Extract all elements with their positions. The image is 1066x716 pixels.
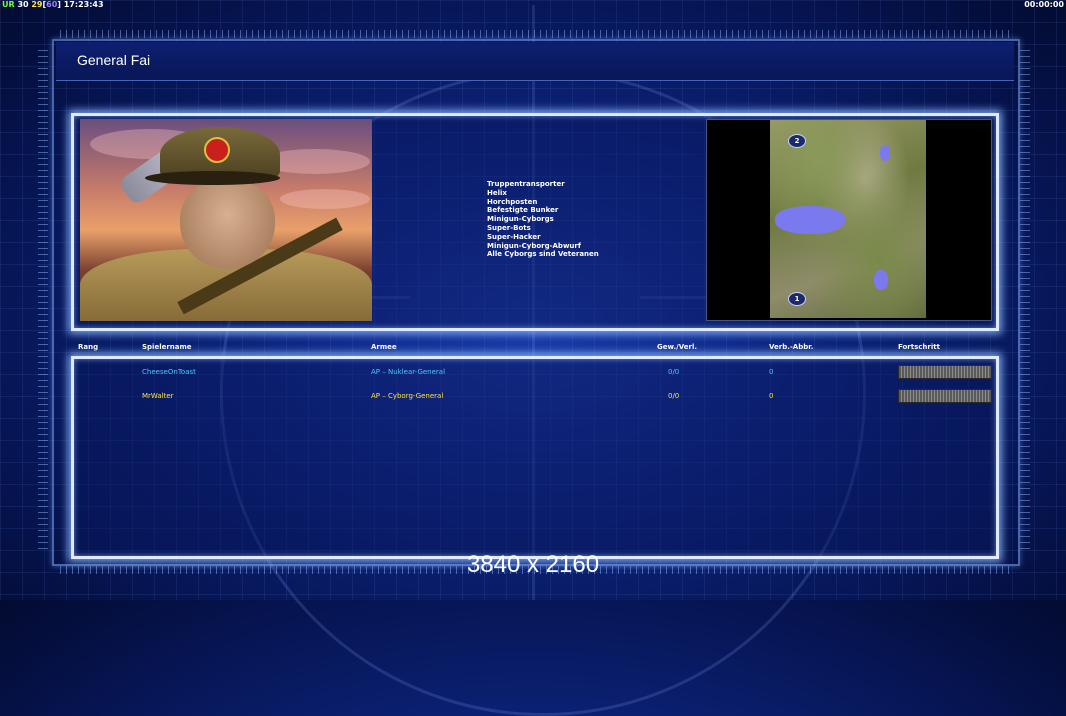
hud-game-timer: 00:00:00	[1024, 0, 1064, 9]
header-winloss: Gew./Verl.	[657, 343, 698, 351]
hud-stat-fps: 30	[14, 0, 32, 9]
unit-item: Minigun-Cyborg-Abwurf	[487, 241, 581, 250]
player-name: MrWalter	[142, 392, 174, 400]
header-player: Spielername	[142, 343, 192, 351]
player-army: AP – Cyborg-General	[371, 392, 444, 400]
player-disconnects: 0	[769, 392, 774, 400]
minimap: 2 1	[770, 120, 926, 318]
hud-clock: 17:23:43	[60, 0, 104, 9]
hud-stat-logic: 29	[31, 0, 43, 9]
player-army: AP – Nuklear-General	[371, 368, 446, 376]
minimap-pond	[874, 270, 888, 290]
general-title: General Fai	[77, 52, 151, 68]
player-winloss: 0/0	[668, 368, 680, 376]
unit-item: Alle Cyborgs sind Veteranen	[487, 250, 599, 259]
player-disconnects: 0	[769, 368, 774, 376]
unit-item: Helix	[487, 188, 507, 197]
player-name: CheeseOnToast	[142, 368, 196, 376]
hud-stats: UR 30 29[60] 17:23:43	[2, 0, 104, 9]
hud-stat-ur: UR	[2, 0, 15, 9]
minimap-pond	[880, 145, 890, 161]
header-progress: Fortschritt	[898, 343, 940, 351]
header-disconnects: Verb.-Abbr.	[769, 343, 814, 351]
ruler-top	[60, 30, 1010, 38]
unit-item: Befestigte Bunker	[487, 206, 559, 215]
ruler-right	[1020, 50, 1030, 550]
header-army: Armee	[371, 343, 397, 351]
general-portrait	[80, 119, 372, 321]
unit-item: Super-Hacker	[487, 232, 541, 241]
resolution-watermark: 3840 x 2160	[466, 551, 600, 578]
minimap-spawn-1: 1	[788, 292, 806, 306]
title-bar	[56, 42, 1014, 81]
header-rank: Rang	[78, 343, 99, 351]
minimap-spawn-2: 2	[788, 134, 806, 148]
player-winloss: 0/0	[668, 392, 680, 400]
players-panel	[71, 356, 999, 559]
hud-stat-limit: 60	[46, 0, 58, 9]
star-emblem-icon	[204, 137, 230, 163]
unit-item: Truppentransporter	[487, 180, 565, 188]
minimap-lake	[775, 206, 845, 234]
unit-item: Minigun-Cyborgs	[487, 215, 554, 224]
unit-item: Horchposten	[487, 197, 538, 206]
unit-item: Super-Bots	[487, 223, 531, 232]
progress-bar	[898, 389, 992, 403]
ruler-left	[38, 50, 48, 550]
unit-list: Truppentransporter Helix Horchposten Bef…	[487, 180, 599, 259]
progress-bar	[898, 365, 992, 379]
